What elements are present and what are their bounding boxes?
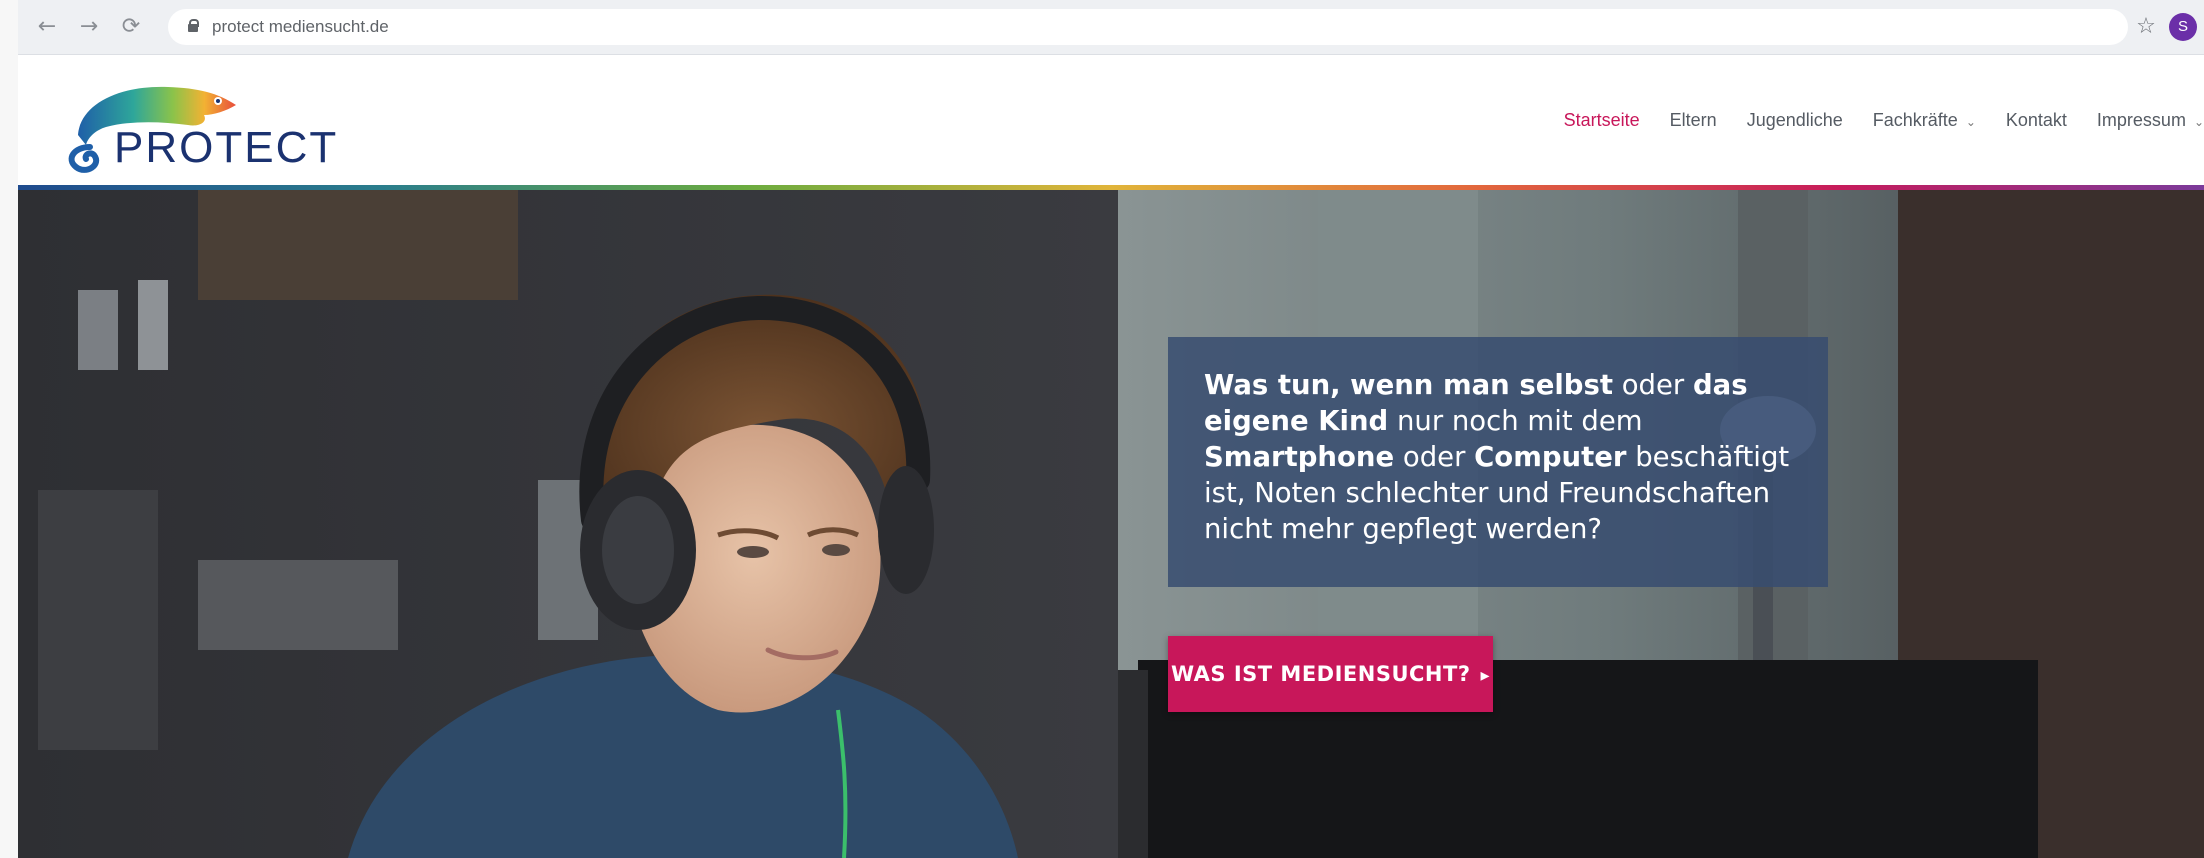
left-margin [0, 0, 18, 858]
browser-window: ← → ⟳ protect mediensucht.de ☆ S PROTECT… [0, 0, 2204, 858]
chevron-down-icon: ⌄ [1965, 114, 1976, 129]
lock-icon [188, 19, 199, 32]
hero-text-bold-3: Smartphone [1204, 441, 1395, 473]
address-bar[interactable]: protect mediensucht.de [168, 9, 2128, 45]
logo-wordmark: PROTECT [114, 123, 339, 172]
hero-text-part-2: oder [1612, 369, 1693, 401]
main-navigation: Startseite Eltern Jugendliche Fachkräfte… [1534, 105, 2204, 135]
hero-section: Was tun, wenn man selbst oder das eigene… [18, 190, 2204, 858]
nav-item-impressum-label: Impressum [2096, 109, 2186, 130]
cta-label: WAS IST MEDIENSUCHT? [1170, 662, 1471, 686]
hero-photo-boy-with-headphones [18, 190, 2204, 858]
nav-item-fachkraefte[interactable]: Fachkräfte ⌄ [1873, 110, 1976, 131]
nav-item-kontakt[interactable]: Kontakt [2006, 110, 2067, 131]
url-text: protect mediensucht.de [212, 17, 389, 36]
hero-text-bold-4: Computer [1474, 441, 1627, 473]
was-ist-mediensucht-button[interactable]: WAS IST MEDIENSUCHT? ▸ [1168, 636, 1493, 712]
hero-text-part-6: oder [1394, 441, 1475, 473]
nav-item-jugendliche[interactable]: Jugendliche [1747, 110, 1843, 131]
arrow-right-icon: ▸ [1480, 665, 1491, 686]
hero-text-box: Was tun, wenn man selbst oder das eigene… [1168, 337, 1828, 587]
nav-item-impressum[interactable]: Impressum ⌄ [2097, 110, 2204, 131]
back-icon[interactable]: ← [32, 12, 62, 42]
forward-icon[interactable]: → [74, 12, 104, 42]
nav-item-eltern[interactable]: Eltern [1670, 110, 1717, 131]
hero-headline: Was tun, wenn man selbst oder das eigene… [1204, 367, 1792, 547]
hero-text-part-4: nur noch mit dem [1388, 405, 1643, 437]
bookmark-star-icon[interactable]: ☆ [2131, 12, 2161, 42]
protect-logo[interactable]: PROTECT [58, 75, 358, 175]
nav-item-fachkraefte-label: Fachkräfte [1872, 109, 1958, 130]
nav-item-startseite[interactable]: Startseite [1564, 110, 1640, 131]
profile-avatar-icon[interactable]: S [2169, 13, 2197, 41]
browser-toolbar: ← → ⟳ protect mediensucht.de ☆ S [18, 0, 2204, 55]
site-header: PROTECT Startseite Eltern Jugendliche Fa… [18, 55, 2204, 185]
chevron-down-icon: ⌄ [2193, 114, 2204, 129]
hero-text-bold-1: Was tun, wenn man selbst [1204, 369, 1613, 401]
reload-icon[interactable]: ⟳ [116, 12, 146, 42]
